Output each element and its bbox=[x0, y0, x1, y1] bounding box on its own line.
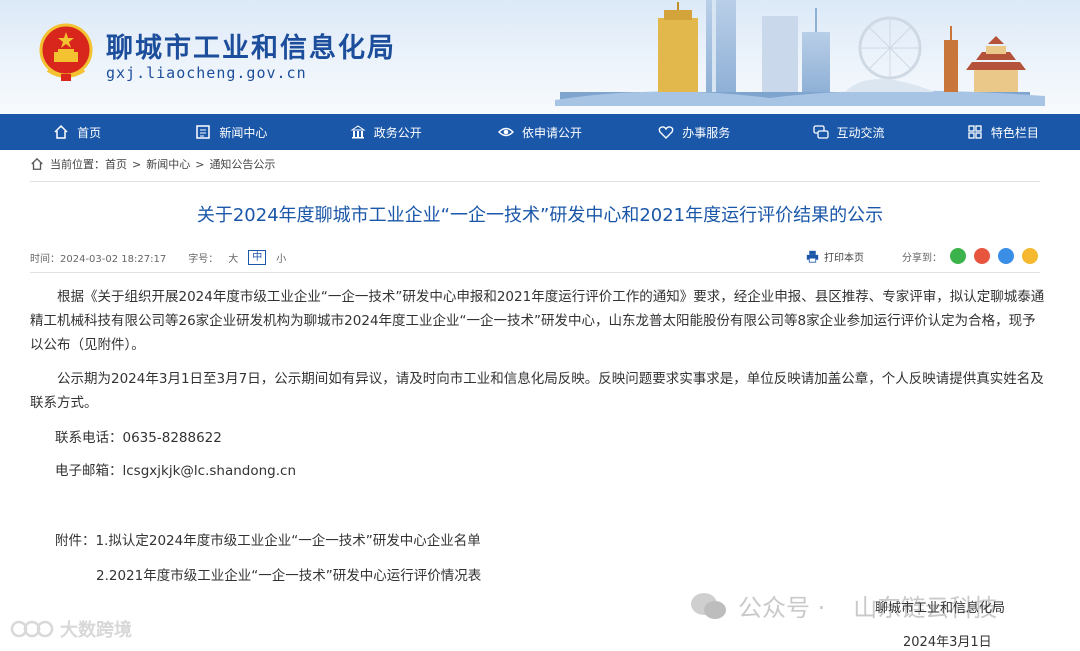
nav-label: 办事服务 bbox=[682, 125, 731, 140]
article-meta: 时间：2024-03-02 18:27:17 字号： 大 中 小 bbox=[30, 250, 286, 265]
site-header: 聊城市工业和信息化局 gxj.liaocheng.gov.cn bbox=[0, 0, 1080, 114]
article-body: 根据《关于组织开展2024年度市级工业企业“一企一技术”研发中心申报和2021年… bbox=[30, 285, 1045, 425]
home-icon bbox=[31, 157, 43, 170]
article-title: 关于2024年度聊城市工业企业“一企一技术”研发中心和2021年度运行评价结果的… bbox=[196, 205, 884, 226]
breadcrumb-separator: > bbox=[132, 157, 142, 171]
home-icon bbox=[54, 124, 68, 139]
watermark-prefix: 公众号 · bbox=[738, 594, 826, 622]
article-paragraph: 根据《关于组织开展2024年度市级工业企业“一企一技术”研发中心申报和2021年… bbox=[30, 289, 1045, 353]
nav-label: 政务公开 bbox=[373, 125, 422, 140]
nav-home[interactable]: 首页 bbox=[0, 114, 154, 150]
nav-featured[interactable]: 特色栏目 bbox=[926, 114, 1080, 150]
nav-label: 依申请公开 bbox=[521, 125, 582, 140]
font-size-medium[interactable]: 中 bbox=[248, 250, 267, 265]
signature-date: 2024年3月1日 bbox=[903, 635, 992, 650]
newspaper-icon bbox=[196, 125, 211, 139]
print-label: 打印本页 bbox=[824, 253, 864, 264]
breadcrumb-item-news[interactable]: 新闻中心 bbox=[146, 156, 190, 172]
national-emblem-icon bbox=[39, 23, 93, 81]
main-nav: 首页 新闻中心 政务公开 依申请公开 办事服务 互动交流 特色栏目 bbox=[0, 114, 1080, 150]
wechat-icon[interactable] bbox=[950, 248, 966, 264]
contact-phone: 联系电话：0635-8288622 bbox=[55, 430, 222, 446]
nav-label: 特色栏目 bbox=[990, 125, 1039, 140]
font-size-label: 字号： bbox=[188, 254, 219, 265]
divider bbox=[30, 272, 1040, 273]
breadcrumb: 当前位置： 首页 > 新闻中心 > 通知公告公示 bbox=[30, 156, 275, 172]
breadcrumb-item-home[interactable]: 首页 bbox=[105, 156, 127, 172]
font-size-large[interactable]: 大 bbox=[228, 250, 238, 265]
site-domain: gxj.liaocheng.gov.cn bbox=[106, 64, 307, 82]
contact-email: 电子邮箱：lcsgxjkjk@lc.shandong.cn bbox=[55, 463, 297, 479]
attachment-link-2[interactable]: 2.2021年度市级工业企业“一企一技术”研发中心运行评价情况表 bbox=[96, 564, 481, 584]
article-paragraph: 公示期为2024年3月1日至3月7日，公示期间如有异议，请及时向市工业和信息化局… bbox=[30, 371, 1044, 411]
nav-interaction[interactable]: 互动交流 bbox=[771, 114, 925, 150]
nav-gov-affairs[interactable]: 政务公开 bbox=[309, 114, 463, 150]
share-bar: 分享到： bbox=[902, 248, 1038, 264]
breadcrumb-separator: > bbox=[195, 157, 205, 171]
qq-icon[interactable] bbox=[998, 248, 1014, 264]
share-label: 分享到： bbox=[902, 252, 942, 264]
publish-time: 时间：2024-03-02 18:27:17 bbox=[30, 254, 167, 265]
weibo-icon[interactable] bbox=[974, 248, 990, 264]
qzone-icon[interactable] bbox=[1022, 248, 1038, 264]
nav-apply-disclosure[interactable]: 依申请公开 bbox=[463, 114, 617, 150]
watermark-left-text: 大数跨境 bbox=[60, 620, 132, 641]
nav-label: 互动交流 bbox=[836, 125, 885, 140]
printer-icon bbox=[806, 250, 819, 263]
nav-label: 首页 bbox=[77, 125, 102, 140]
font-size-small[interactable]: 小 bbox=[276, 250, 286, 265]
heart-icon bbox=[658, 126, 674, 139]
attachment-link-1[interactable]: 附件：1.拟认定2024年度市级工业企业“一企一技术”研发中心企业名单 bbox=[55, 529, 481, 549]
nav-label: 新闻中心 bbox=[219, 125, 268, 140]
government-icon bbox=[350, 125, 366, 139]
breadcrumb-prefix: 当前位置： bbox=[50, 158, 105, 171]
breadcrumb-item-notices[interactable]: 通知公告公示 bbox=[209, 156, 275, 172]
grid-icon bbox=[968, 125, 982, 139]
city-skyline-banner bbox=[555, 0, 1045, 106]
nav-news-center[interactable]: 新闻中心 bbox=[154, 114, 308, 150]
nav-services[interactable]: 办事服务 bbox=[617, 114, 771, 150]
watermark-logo-icon bbox=[10, 620, 54, 638]
signature-org: 聊城市工业和信息化局 bbox=[875, 601, 1006, 616]
print-button[interactable]: 打印本页 bbox=[806, 249, 864, 264]
source-watermark: 大数跨境 bbox=[10, 616, 132, 642]
eye-icon bbox=[497, 127, 514, 137]
divider bbox=[30, 181, 1040, 182]
wechat-logo-icon bbox=[691, 592, 726, 619]
site-title[interactable]: 聊城市工业和信息化局 bbox=[106, 26, 396, 65]
chat-icon bbox=[812, 125, 829, 139]
